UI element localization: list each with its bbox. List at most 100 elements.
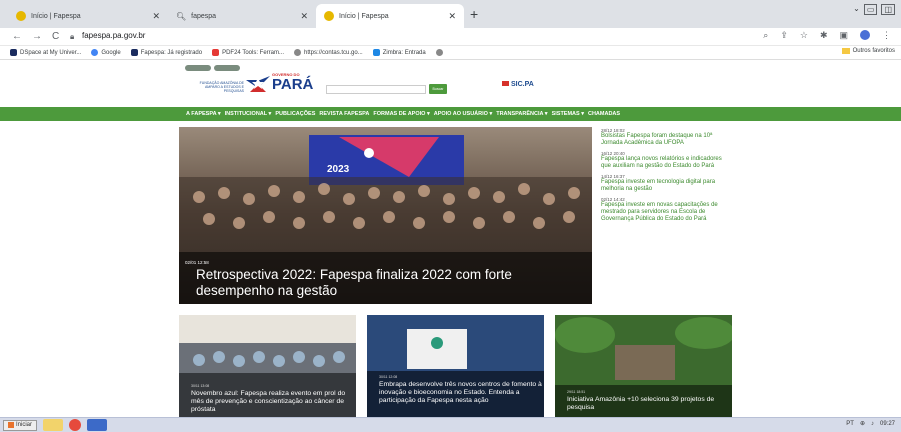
google-icon bbox=[91, 49, 99, 56]
list-item[interactable]: 02/12 14:42 Fapespa investe em novas cap… bbox=[601, 197, 731, 223]
restore-icon[interactable]: ◫ bbox=[881, 4, 895, 15]
minimize-icon[interactable]: ▭ bbox=[863, 4, 878, 15]
news-card[interactable]: 29/11 18:51 Iniciativa Amazônia +10 sele… bbox=[555, 315, 732, 417]
bookmark-label: https://contas.tcu.go... bbox=[304, 49, 363, 56]
nav-sistemas[interactable]: SISTEMAS ▾ bbox=[552, 111, 584, 117]
tab-bar: Início | Fapespa ✕ 🔍︎ fapespa ✕ Início |… bbox=[0, 0, 901, 28]
close-icon[interactable]: ✕ bbox=[448, 11, 456, 22]
share-icon[interactable]: ⇪ bbox=[780, 30, 788, 41]
nav-chamadas[interactable]: CHAMADAS bbox=[588, 111, 620, 117]
bookmark-label: Zimbra: Entrada bbox=[382, 49, 426, 56]
bookmark-globe[interactable] bbox=[435, 49, 446, 56]
side-news-list: 28/12 18:02 Bolsistas Fapespa foram dest… bbox=[601, 128, 731, 227]
app-icon[interactable] bbox=[87, 419, 108, 431]
language-indicator[interactable]: PT bbox=[846, 421, 854, 427]
new-tab-button[interactable]: + bbox=[470, 6, 478, 22]
sic-label: SIC.PA bbox=[511, 81, 534, 88]
news-title[interactable]: Fapespa lança novos relatórios e indicad… bbox=[601, 156, 731, 170]
bookmark-label: DSpace at My Univer... bbox=[20, 49, 82, 56]
bookmark-label: PDF24 Tools: Ferram... bbox=[222, 49, 285, 56]
volume-icon[interactable]: ♪ bbox=[871, 421, 874, 427]
hero-title[interactable]: Retrospectiva 2022: Fapespa finaliza 202… bbox=[196, 267, 586, 299]
tab-title: Início | Fapespa bbox=[339, 12, 389, 20]
other-bookmarks-label: Outros favoritos bbox=[852, 48, 895, 54]
back-icon[interactable]: ← bbox=[12, 31, 22, 42]
bookmark-label: Fapespa: Já registrado bbox=[140, 49, 203, 56]
windows-icon bbox=[8, 422, 14, 428]
star-icon[interactable]: ☆ bbox=[800, 30, 808, 41]
globe-icon bbox=[294, 49, 302, 56]
system-tray: PT ⊕ ♪ 09:27 bbox=[846, 420, 895, 428]
news-title[interactable]: Fapespa investe em tecnologia digital pa… bbox=[601, 179, 731, 193]
nav-formas-apoio[interactable]: FORMAS DE APOIO ▾ bbox=[373, 111, 429, 117]
bookmark-fapespa[interactable]: Fapespa: Já registrado bbox=[130, 49, 203, 56]
list-item[interactable]: 16/12 20:40 Fapespa lança novos relatóri… bbox=[601, 151, 731, 170]
search-button[interactable]: Buscar bbox=[429, 84, 447, 94]
chrome-icon[interactable] bbox=[69, 419, 82, 431]
dspace-icon bbox=[130, 49, 138, 56]
nav-apoio-usuario[interactable]: APOIO AO USUÁRIO ▾ bbox=[434, 111, 492, 117]
accessibility-pill[interactable] bbox=[185, 65, 211, 71]
bookmark-tcu[interactable]: https://contas.tcu.go... bbox=[294, 49, 363, 56]
bookmark-label: Google bbox=[101, 49, 121, 56]
lock-icon: 🔒︎ bbox=[70, 32, 75, 41]
pdf24-icon bbox=[212, 49, 220, 56]
start-label: Iniciar bbox=[16, 422, 33, 428]
tab-search-fapespa[interactable]: 🔍︎ fapespa ✕ bbox=[168, 4, 316, 28]
zimbra-icon bbox=[372, 49, 380, 56]
chevron-down-icon[interactable]: ⌄ bbox=[853, 4, 860, 15]
nav-institucional[interactable]: INSTITUCIONAL ▾ bbox=[225, 111, 272, 117]
search-input[interactable] bbox=[326, 85, 426, 94]
nav-publicacoes[interactable]: PUBLICAÇÕES bbox=[275, 111, 315, 117]
para-label: PARÁ bbox=[272, 76, 314, 93]
bookmark-dspace[interactable]: DSpace at My Univer... bbox=[10, 49, 81, 56]
card-title[interactable]: Novembro azul: Fapespa realiza evento em… bbox=[191, 390, 351, 414]
nav-a-fapespa[interactable]: A FAPESPA ▾ bbox=[186, 111, 221, 117]
card-date: 30/11 12:08 bbox=[379, 375, 398, 379]
fapespa-logo-text: FUNDAÇÃO AMAZÔNIA DE AMPARO A ESTUDOS E … bbox=[199, 81, 244, 93]
news-card[interactable]: 30/11 12:08 Embrapa desenvolve três novo… bbox=[367, 315, 544, 417]
bookmark-google[interactable]: Google bbox=[91, 49, 121, 56]
card-title[interactable]: Embrapa desenvolve três novos centros de… bbox=[379, 381, 544, 405]
zoom-icon[interactable]: ⌕ bbox=[763, 30, 768, 41]
clock[interactable]: 09:27 bbox=[880, 421, 895, 427]
close-icon[interactable]: ✕ bbox=[152, 11, 160, 22]
main-nav: A FAPESPA ▾ INSTITUCIONAL ▾ PUBLICAÇÕES … bbox=[0, 107, 901, 121]
forward-icon[interactable]: → bbox=[32, 31, 42, 42]
card-title[interactable]: Iniciativa Amazônia +10 seleciona 39 pro… bbox=[567, 396, 727, 412]
news-card[interactable]: 30/11 13:08 Novembro azul: Fapespa reali… bbox=[179, 315, 356, 417]
address-bar[interactable]: fapespa.pa.gov.br bbox=[82, 31, 145, 40]
search-icon: 🔍︎ bbox=[176, 11, 187, 21]
folder-icon[interactable] bbox=[43, 419, 64, 431]
bookmark-zimbra[interactable]: Zimbra: Entrada bbox=[372, 49, 426, 56]
news-title[interactable]: Bolsistas Fapespa foram destaque na 10ª … bbox=[601, 133, 731, 147]
tab-inicio-fapespa-active[interactable]: Início | Fapespa ✕ bbox=[316, 4, 464, 28]
sic-pa-link[interactable]: SIC.PA bbox=[502, 81, 534, 88]
profile-icon[interactable] bbox=[860, 30, 870, 40]
list-item[interactable]: 28/12 18:02 Bolsistas Fapespa foram dest… bbox=[601, 128, 731, 147]
nav-transparencia[interactable]: TRANSPARÊNCIA ▾ bbox=[496, 111, 547, 117]
card-date: 30/11 13:08 bbox=[191, 384, 210, 388]
extensions-icon[interactable]: ✱ bbox=[820, 30, 828, 41]
close-icon[interactable]: ✕ bbox=[300, 11, 308, 22]
bookmark-pdf24[interactable]: PDF24 Tools: Ferram... bbox=[212, 49, 284, 56]
other-bookmarks[interactable]: Outros favoritos bbox=[841, 48, 895, 54]
site-header: FUNDAÇÃO AMAZÔNIA DE AMPARO A ESTUDOS E … bbox=[0, 60, 901, 107]
reload-icon[interactable]: C bbox=[52, 31, 59, 42]
sic-icon bbox=[502, 81, 509, 86]
network-icon[interactable]: ⊕ bbox=[860, 420, 865, 427]
tab-inicio-fapespa[interactable]: Início | Fapespa ✕ bbox=[8, 4, 168, 28]
fapespa-icon bbox=[324, 11, 334, 21]
gov-para-logo[interactable]: GOVERNO DO PARÁ bbox=[272, 72, 313, 92]
hero-news[interactable]: 2023 02/01 12:58 Retrospectiva 2022: Fap… bbox=[179, 127, 592, 304]
hero-date: 02/01 12:58 bbox=[185, 260, 209, 265]
browser-toolbar: ← → C 🔒︎ fapespa.pa.gov.br ⌕ ⇪ ☆ ✱ ▣ ⋮ bbox=[0, 28, 901, 46]
sidepanel-icon[interactable]: ▣ bbox=[839, 30, 848, 41]
menu-icon[interactable]: ⋮ bbox=[882, 30, 891, 41]
start-button[interactable]: Iniciar bbox=[3, 419, 38, 431]
tab-title: Início | Fapespa bbox=[31, 12, 81, 20]
list-item[interactable]: 14/12 16:37 Fapespa investe em tecnologi… bbox=[601, 174, 731, 193]
nav-revista[interactable]: REVISTA FAPESPA bbox=[319, 111, 369, 117]
accessibility-pill[interactable] bbox=[214, 65, 240, 71]
news-title[interactable]: Fapespa investe em novas capacitações de… bbox=[601, 202, 731, 223]
